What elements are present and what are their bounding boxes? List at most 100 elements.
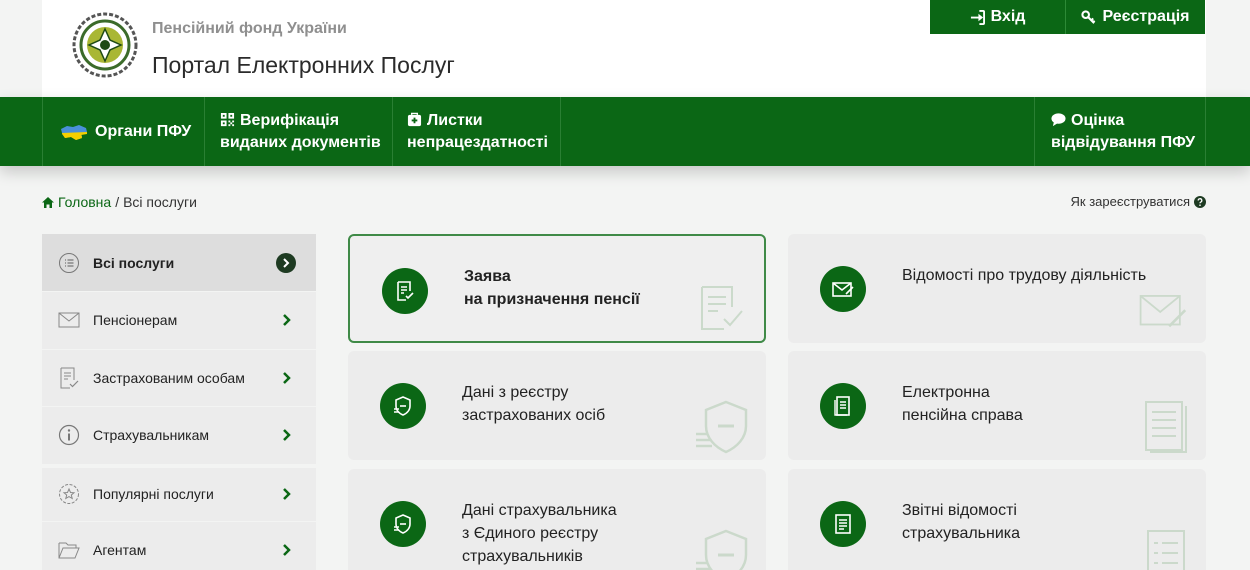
nav-organs-label: Органи ПФУ [95,122,192,140]
card-line2: страхувальника [902,525,1021,542]
document-check-icon [58,367,80,389]
sidebar-item-label: Популярні послуги [93,486,214,503]
star-badge-icon [58,483,80,505]
sidebar-item-employers[interactable]: Страхувальникам [42,407,316,465]
folder-open-icon [58,539,80,561]
auth-buttons: Вхід Реєстрація [930,0,1205,34]
shield-icon [380,501,426,547]
nav-sick-text: Листки непрацездатності [407,110,548,154]
register-button[interactable]: Реєстрація [1066,0,1205,34]
ukraine-map-icon [61,124,87,140]
nav-rate-text: Оцінка відвідування ПФУ [1051,110,1195,154]
chevron-right-icon [283,544,291,557]
nav-item-sick-leave[interactable]: Листки непрацездатності [392,97,561,166]
service-card-insured-registry[interactable]: Дані з реєстру застрахованих осіб [348,351,766,460]
comment-icon [1051,112,1066,126]
sidebar-item-agents[interactable]: Агентам [42,522,316,570]
card-title: Електронна пенсійна справа [902,381,1023,427]
shield-icon [380,383,426,429]
portal-name[interactable]: Портал Електронних Послуг [152,52,455,79]
service-card-employer-reports[interactable]: Звітні відомості страхувальника [788,469,1206,570]
sidebar-item-label: Агентам [93,542,147,559]
service-card-electronic-pension-file[interactable]: Електронна пенсійна справа [788,351,1206,460]
document-check-watermark-icon [701,286,743,330]
sidebar-item-label: Страхувальникам [93,427,210,444]
breadcrumb: Головна / Всі послуги [42,194,197,210]
sidebar-item-popular[interactable]: Популярні послуги [42,464,316,522]
org-name: Пенсійний фонд України [152,20,347,37]
qr-code-icon [220,112,235,126]
site-header: Пенсійний фонд України Портал Електронни… [0,0,1250,97]
card-title: Заява на призначення пенсії [464,265,640,311]
report-list-icon [820,501,866,547]
sign-in-icon [970,9,985,25]
card-line3: страхувальників [462,548,583,565]
envelope-watermark-icon [1139,295,1187,328]
nav-sick-line1: Листки [427,111,483,129]
card-line2: застрахованих осіб [462,407,606,424]
card-line1: Звітні відомості [902,502,1017,519]
info-circle-icon [58,424,80,446]
key-icon [1081,9,1096,24]
card-title: Дані з реєстру застрахованих осіб [462,381,605,427]
breadcrumb-current: Всі послуги [123,194,197,210]
nav-verify-line1: Верифікація [240,111,340,129]
sidebar-item-all-services[interactable]: Всі послуги [42,234,316,292]
services-sidebar: Всі послуги Пенсіонерам Застрахованим ос… [42,234,316,570]
medkit-icon [407,112,422,126]
nav-verify-text: Верифікація виданих документів [220,110,381,154]
checklist-watermark-icon [1147,530,1185,570]
register-label: Реєстрація [1102,8,1190,25]
card-title: Відомості про трудову діяльність [902,264,1146,287]
nav-item-verification[interactable]: Верифікація виданих документів [204,97,392,166]
service-card-pension-application[interactable]: Заява на призначення пенсії [348,234,766,343]
how-to-register-label: Як зареєструватися [1070,194,1190,209]
main-nav: Органи ПФУ Верифікація виданих документі… [0,97,1250,166]
breadcrumb-home-label: Головна [58,194,112,210]
chevron-right-icon [283,488,291,501]
notepad-watermark-icon [1145,401,1187,453]
sidebar-item-label: Застрахованим особам [93,369,245,386]
shield-watermark-icon [696,529,748,570]
sidebar-item-label: Всі послуги [93,254,175,271]
nav-item-rating[interactable]: Оцінка відвідування ПФУ [1034,97,1206,166]
chevron-right-icon [283,371,291,384]
card-title: Дані страхувальника з Єдиного реєстру ст… [462,499,617,568]
chevron-right-circle-icon [276,252,296,273]
card-title: Звітні відомості страхувальника [902,499,1020,545]
service-card-employer-registry[interactable]: Дані страхувальника з Єдиного реєстру ст… [348,469,766,570]
breadcrumb-separator: / [115,194,120,210]
login-label: Вхід [990,8,1026,25]
card-line1: Електронна [902,384,990,401]
envelope-edit-icon [820,266,866,312]
nav-rate-line1: Оцінка [1071,111,1125,129]
nav-item-organs[interactable]: Органи ПФУ [42,97,204,166]
nav-verify-line2: виданих документів [220,133,381,151]
home-icon [42,196,54,208]
sidebar-item-label: Пенсіонерам [93,312,178,329]
list-icon [58,252,80,274]
chevron-right-icon [283,314,291,327]
how-to-register-link[interactable]: Як зареєструватися [1071,194,1206,209]
file-folder-icon [820,383,866,429]
card-line1: Відомості про трудову діяльність [902,267,1147,284]
breadcrumb-home[interactable]: Головна [42,194,111,210]
nav-sick-line2: непрацездатності [407,133,548,151]
login-button[interactable]: Вхід [930,0,1066,34]
chevron-right-icon [283,429,291,442]
card-line2: пенсійна справа [902,407,1023,424]
card-line1: Дані з реєстру [462,384,569,401]
sidebar-item-insured[interactable]: Застрахованим особам [42,349,316,407]
card-line1: Заява [464,268,511,285]
nav-rate-line2: відвідування ПФУ [1051,133,1196,151]
question-circle-icon [1194,195,1206,208]
card-line2: на призначення пенсії [464,291,640,308]
card-line1: Дані страхувальника [462,502,617,519]
card-line2: з Єдиного реєстру [462,525,599,542]
pfu-logo-icon[interactable] [72,12,138,78]
envelope-icon [58,309,80,331]
form-check-icon [382,268,428,314]
shield-watermark-icon [696,400,748,454]
sidebar-item-pensioners[interactable]: Пенсіонерам [42,292,316,350]
service-card-work-history[interactable]: Відомості про трудову діяльність [788,234,1206,343]
